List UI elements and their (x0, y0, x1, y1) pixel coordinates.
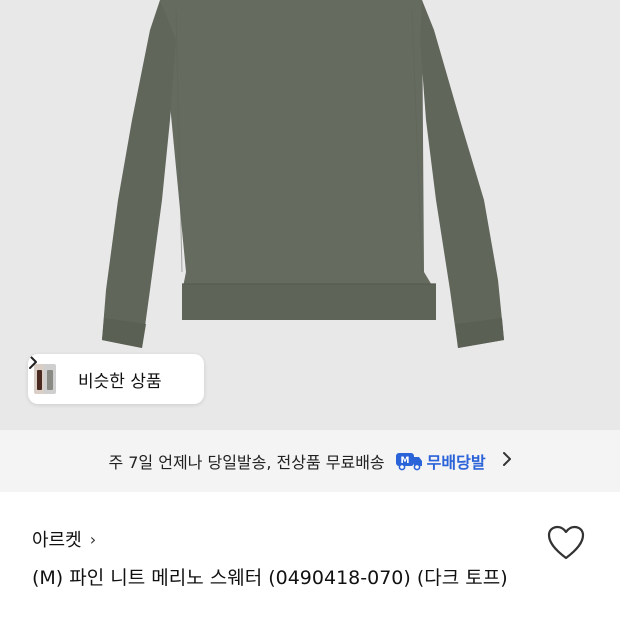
similar-thumbnail-gray (44, 364, 56, 394)
heart-icon (547, 525, 585, 560)
delivery-brand-label: 무배당발 (426, 453, 486, 472)
svg-text:M: M (400, 456, 409, 466)
free-delivery-badge: M 무배당발 (395, 449, 486, 473)
brand-name: 아르켓 (32, 530, 82, 551)
similar-products-label: 비슷한 상품 (78, 371, 162, 392)
product-image[interactable]: 비슷한 상품 (0, 0, 620, 430)
wishlist-heart-button[interactable] (546, 524, 586, 562)
chevron-right-icon: › (89, 529, 97, 549)
brand-link[interactable]: 아르켓 › (32, 526, 96, 552)
chevron-right-icon (502, 451, 512, 472)
delivery-banner[interactable]: 주 7일 언제나 당일발송, 전상품 무료배송 M 무배당발 (0, 430, 620, 492)
similar-products-button[interactable]: 비슷한 상품 (28, 354, 204, 404)
truck-m-icon: M (395, 453, 422, 471)
delivery-text: 주 7일 언제나 당일발송, 전상품 무료배송 (108, 453, 385, 472)
product-title: (M) 파인 니트 메리노 스웨터 (0490418-070) (다크 토프) (32, 567, 508, 589)
